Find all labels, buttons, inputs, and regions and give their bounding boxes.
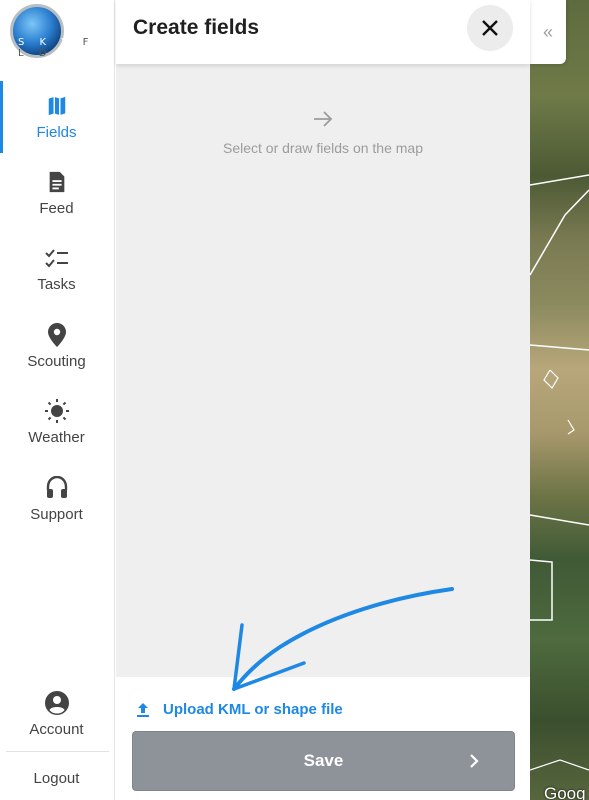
sidebar-item-label: Scouting <box>27 352 86 370</box>
headset-icon <box>45 475 69 500</box>
save-button[interactable]: Save <box>132 731 515 791</box>
checklist-icon <box>44 246 69 270</box>
sidebar: S K Y F L D Fields Feed Tasks Scouting W… <box>0 0 115 800</box>
sidebar-item-fields[interactable]: Fields <box>0 79 113 155</box>
save-label: Save <box>303 751 344 770</box>
map-attribution: Goog <box>544 784 586 800</box>
sidebar-item-label: Support <box>30 505 83 523</box>
close-icon <box>482 20 498 36</box>
map-icon <box>45 94 69 118</box>
sidebar-item-weather[interactable]: Weather <box>0 384 113 460</box>
sidebar-item-label: Fields <box>36 123 77 141</box>
arrow-right-icon <box>314 111 333 127</box>
upload-label: Upload KML or shape file <box>163 701 343 718</box>
logout-link[interactable]: Logout <box>0 770 113 787</box>
double-chevron-left-icon: « <box>542 21 553 42</box>
field-boundaries <box>530 174 589 771</box>
logo[interactable]: S K Y F L D <box>10 4 110 60</box>
upload-icon <box>137 702 149 717</box>
create-fields-panel: Create fields Select or draw fields on t… <box>116 0 530 800</box>
empty-state-hint: Select or draw fields on the map <box>116 108 530 156</box>
map-view[interactable]: Goog <box>530 0 589 800</box>
sidebar-item-label: Account <box>29 720 84 738</box>
hint-text: Select or draw fields on the map <box>223 140 423 156</box>
logo-text: S K Y F L D <box>18 37 95 59</box>
sidebar-item-account[interactable]: Account <box>0 676 113 752</box>
upload-kml-link[interactable]: Upload KML or shape file <box>135 701 343 718</box>
collapse-panel-button[interactable]: « <box>530 0 566 64</box>
panel-footer: Upload KML or shape file Save <box>116 677 530 800</box>
account-icon <box>44 690 69 715</box>
sidebar-item-support[interactable]: Support <box>0 461 113 537</box>
sidebar-item-scouting[interactable]: Scouting <box>0 308 113 384</box>
chevron-right-icon <box>470 754 479 768</box>
sidebar-item-label: Weather <box>28 428 85 446</box>
panel-header: Create fields <box>116 0 530 64</box>
sun-icon <box>44 398 69 423</box>
document-icon <box>45 170 69 194</box>
sidebar-item-feed[interactable]: Feed <box>0 155 113 231</box>
sidebar-item-tasks[interactable]: Tasks <box>0 231 113 307</box>
sidebar-divider <box>6 751 109 752</box>
panel-title: Create fields <box>133 16 260 39</box>
close-button[interactable] <box>467 5 513 51</box>
sidebar-item-label: Tasks <box>37 275 76 293</box>
sidebar-item-label: Feed <box>39 199 74 217</box>
location-pin-icon <box>45 322 69 347</box>
